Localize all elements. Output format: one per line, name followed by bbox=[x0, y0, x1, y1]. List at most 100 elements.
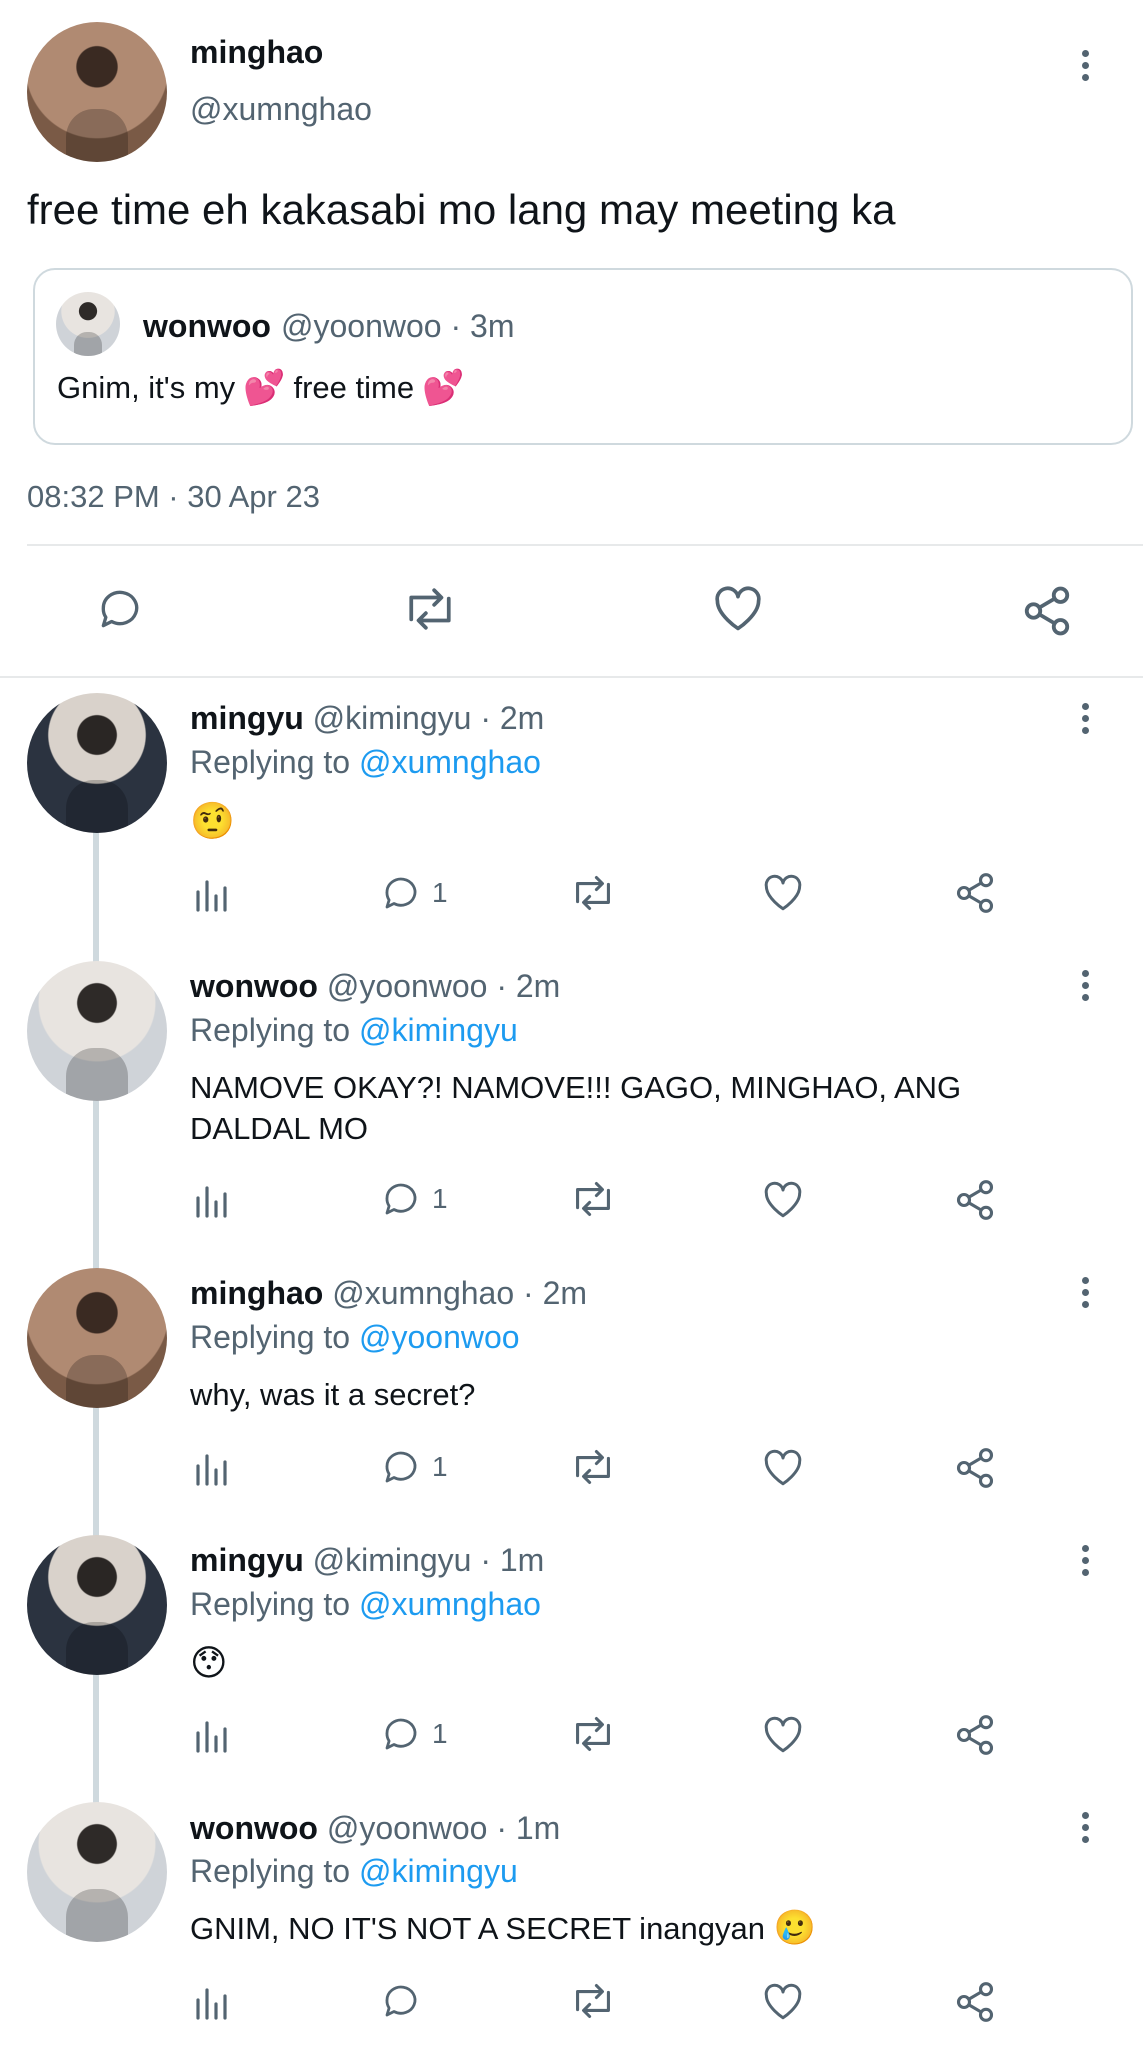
analytics-icon bbox=[196, 880, 227, 912]
reply-avatar[interactable] bbox=[27, 1802, 167, 1942]
replying-to: Replying to @kimingyu bbox=[190, 1012, 518, 1049]
replying-to-label: Replying to bbox=[190, 1319, 351, 1355]
share-button[interactable] bbox=[953, 1446, 997, 1490]
reply-text-content: GNIM, NO IT'S NOT A SECRET inangyan bbox=[190, 1911, 766, 1946]
like-button[interactable] bbox=[712, 584, 764, 634]
reply-emoji: 🤨 bbox=[190, 800, 235, 841]
author-handle[interactable]: @xumnghao bbox=[190, 91, 372, 128]
repost-button[interactable] bbox=[569, 1713, 617, 1755]
reply-avatar[interactable] bbox=[27, 1268, 167, 1408]
repost-button[interactable] bbox=[400, 584, 460, 634]
quoted-meta: @yoonwoo · 3m bbox=[281, 308, 515, 344]
reply-meta: @kimingyu · 1m bbox=[312, 1542, 545, 1578]
reply-button[interactable]: 1 bbox=[380, 872, 448, 914]
reply-avatar[interactable] bbox=[27, 1535, 167, 1675]
quoted-post[interactable]: wonwoo @yoonwoo · 3m Gnim, it's my 💕 fre… bbox=[33, 268, 1133, 445]
view-count-button[interactable] bbox=[192, 1180, 232, 1220]
reply-display-name[interactable]: minghao bbox=[190, 1275, 323, 1311]
two-hearts-emoji: 💕 bbox=[243, 369, 286, 407]
analytics-icon bbox=[196, 1186, 227, 1218]
reply-header: mingyu @kimingyu · 1m bbox=[190, 1542, 544, 1579]
reply-icon bbox=[385, 1183, 417, 1215]
heart-icon bbox=[715, 586, 761, 631]
share-button[interactable] bbox=[953, 871, 997, 915]
like-button[interactable] bbox=[762, 1982, 804, 2022]
heart-icon bbox=[764, 1716, 802, 1753]
more-options-icon[interactable] bbox=[1080, 50, 1090, 86]
reply-avatar[interactable] bbox=[27, 693, 167, 833]
repost-button[interactable] bbox=[569, 1980, 617, 2022]
share-button[interactable] bbox=[953, 1178, 997, 1222]
reply-button[interactable] bbox=[95, 584, 145, 634]
replying-to: Replying to @yoonwoo bbox=[190, 1319, 520, 1356]
reply-count: 1 bbox=[432, 877, 448, 908]
reply-icon bbox=[101, 590, 139, 628]
repost-button[interactable] bbox=[569, 1178, 617, 1220]
reply-emoji: 😯 bbox=[190, 1642, 228, 1683]
author-display-name[interactable]: minghao bbox=[190, 34, 323, 71]
reply-display-name[interactable]: mingyu bbox=[190, 700, 304, 736]
reply-header: wonwoo @yoonwoo · 2m bbox=[190, 968, 560, 1005]
more-options-icon[interactable] bbox=[1080, 970, 1090, 1006]
repost-icon bbox=[576, 1717, 610, 1751]
replying-to-link[interactable]: @xumnghao bbox=[359, 1586, 541, 1622]
repost-button[interactable] bbox=[569, 872, 617, 914]
reply-display-name[interactable]: wonwoo bbox=[190, 968, 318, 1004]
replying-to-label: Replying to bbox=[190, 744, 351, 780]
share-button[interactable] bbox=[953, 1980, 997, 2024]
reply-display-name[interactable]: mingyu bbox=[190, 1542, 304, 1578]
share-button[interactable] bbox=[1020, 584, 1074, 638]
reply-header: minghao @xumnghao · 2m bbox=[190, 1275, 587, 1312]
reply-icon bbox=[385, 877, 417, 909]
reply-meta: @yoonwoo · 1m bbox=[326, 1810, 561, 1846]
replying-to: Replying to @kimingyu bbox=[190, 1853, 518, 1890]
reply-button[interactable]: 1 bbox=[380, 1713, 448, 1755]
share-icon bbox=[1024, 586, 1070, 636]
view-count-button[interactable] bbox=[192, 1448, 232, 1488]
heart-icon bbox=[764, 874, 802, 911]
view-count-button[interactable] bbox=[192, 874, 232, 914]
like-button[interactable] bbox=[762, 873, 804, 913]
more-options-icon[interactable] bbox=[1080, 1812, 1090, 1848]
like-button[interactable] bbox=[762, 1715, 804, 1755]
reply-meta: @xumnghao · 2m bbox=[332, 1275, 588, 1311]
repost-button[interactable] bbox=[569, 1446, 617, 1488]
reply-icon bbox=[385, 1985, 417, 2017]
share-icon bbox=[956, 1982, 994, 2022]
repost-icon bbox=[409, 588, 451, 630]
analytics-icon bbox=[196, 1988, 227, 2020]
more-options-icon[interactable] bbox=[1080, 1545, 1090, 1581]
view-count-button[interactable] bbox=[192, 1715, 232, 1755]
view-count-button[interactable] bbox=[192, 1982, 232, 2022]
reply-text-line2: DALDAL MO bbox=[190, 1111, 369, 1146]
replying-to-link[interactable]: @kimingyu bbox=[359, 1012, 518, 1048]
post-timestamp: 08:32 PM · 30 Apr 23 bbox=[27, 479, 320, 514]
quoted-text-part2: free time bbox=[293, 370, 415, 405]
share-icon bbox=[956, 873, 994, 913]
reply-display-name[interactable]: wonwoo bbox=[190, 1810, 318, 1846]
like-button[interactable] bbox=[762, 1448, 804, 1488]
share-icon bbox=[956, 1180, 994, 1220]
quoted-text: Gnim, it's my 💕 free time 💕 bbox=[57, 370, 464, 406]
reply-button[interactable] bbox=[380, 1980, 422, 2022]
reply-button[interactable]: 1 bbox=[380, 1178, 448, 1220]
reply-button[interactable]: 1 bbox=[380, 1446, 448, 1488]
reply-count: 1 bbox=[432, 1451, 448, 1482]
quoted-avatar bbox=[56, 292, 120, 356]
more-options-icon[interactable] bbox=[1080, 703, 1090, 739]
reply-avatar[interactable] bbox=[27, 961, 167, 1101]
quoted-text-part1: Gnim, it's my bbox=[57, 370, 236, 405]
share-button[interactable] bbox=[953, 1713, 997, 1757]
divider bbox=[0, 676, 1143, 678]
more-options-icon[interactable] bbox=[1080, 1277, 1090, 1313]
reply-emoji: 🥲 bbox=[773, 1909, 816, 1947]
reply-text: why, was it a secret? bbox=[190, 1377, 476, 1412]
replying-to-link[interactable]: @xumnghao bbox=[359, 744, 541, 780]
author-avatar[interactable] bbox=[27, 22, 167, 162]
replying-to-link[interactable]: @kimingyu bbox=[359, 1853, 518, 1889]
post-text: free time eh kakasabi mo lang may meetin… bbox=[27, 186, 896, 233]
like-button[interactable] bbox=[762, 1180, 804, 1220]
repost-icon bbox=[576, 1450, 610, 1484]
replying-to-link[interactable]: @yoonwoo bbox=[359, 1319, 520, 1355]
replying-to: Replying to @xumnghao bbox=[190, 744, 541, 781]
